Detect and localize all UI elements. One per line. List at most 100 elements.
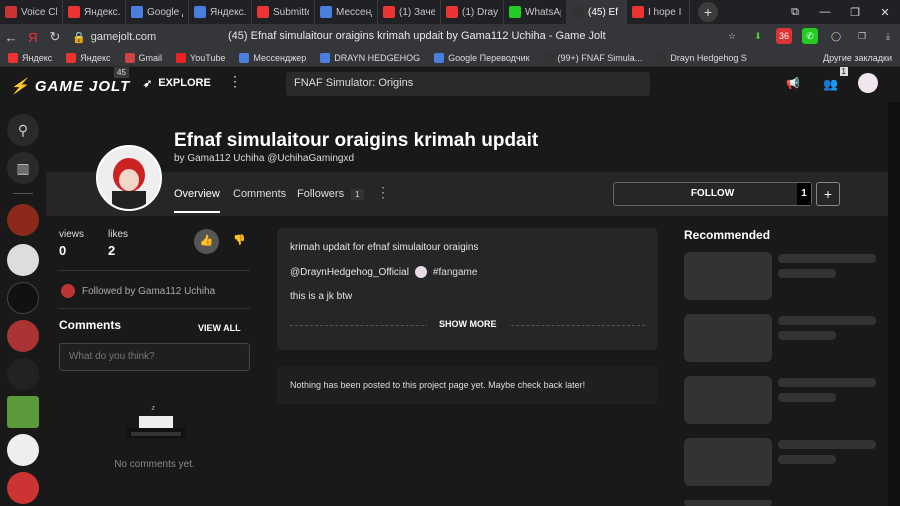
community-icon[interactable] bbox=[7, 358, 39, 390]
bookmark-label: Мессенджер bbox=[253, 53, 307, 63]
thumbs-up-icon: 👍 bbox=[199, 235, 214, 247]
browser-tab[interactable]: (1) Drayn bbox=[441, 0, 504, 24]
community-icon[interactable] bbox=[7, 472, 39, 504]
friends-icon[interactable]: 👥 bbox=[823, 77, 838, 91]
like-button[interactable]: 👍 bbox=[194, 229, 219, 254]
show-more-button[interactable]: SHOW MORE bbox=[427, 319, 509, 329]
browser-tab[interactable]: I hope I bbox=[627, 0, 690, 24]
tab-favicon-icon bbox=[320, 6, 332, 18]
recommended-thumb[interactable] bbox=[684, 314, 772, 362]
bookmark-item[interactable]: Яндекс bbox=[8, 53, 52, 63]
bookmark-label: Яндекс bbox=[22, 53, 53, 63]
download-icon[interactable]: ⬇ bbox=[750, 28, 766, 44]
likes-stat: likes 2 bbox=[108, 229, 128, 258]
follower-avatar[interactable] bbox=[61, 284, 75, 298]
community-icon[interactable] bbox=[7, 396, 39, 428]
bookmark-item[interactable]: DRAYN HEDGEHOG bbox=[320, 53, 420, 63]
follow-button[interactable]: FOLLOW 1 bbox=[613, 182, 812, 206]
bookmark-item[interactable]: YouTube bbox=[176, 53, 225, 63]
recommended-line bbox=[778, 393, 836, 402]
browser-tab[interactable]: (45) Ef bbox=[567, 0, 627, 24]
library-icon[interactable]: ▥ bbox=[7, 152, 39, 184]
tab-favicon-icon bbox=[68, 6, 80, 18]
bookmark-star-icon[interactable]: ☆ bbox=[724, 28, 740, 44]
tab-favicon-icon bbox=[572, 6, 584, 18]
tab-followers[interactable]: Followers 1 bbox=[297, 188, 364, 200]
whatsapp-icon[interactable]: ✆ bbox=[802, 28, 818, 44]
search-input[interactable]: FNAF Simulator: Origins bbox=[286, 72, 650, 96]
recommended-thumb[interactable] bbox=[684, 438, 772, 486]
explore-button[interactable]: ➶ EXPLORE bbox=[143, 77, 211, 90]
comments-heading: Comments bbox=[59, 318, 122, 332]
record-icon[interactable]: ◯ bbox=[828, 28, 844, 44]
game-title: Efnaf simulaitour oraigins krimah updait bbox=[174, 130, 539, 151]
left-sidebar: ⚲ ▥ bbox=[0, 102, 46, 506]
bookmark-icon bbox=[176, 53, 187, 63]
user-avatar[interactable] bbox=[858, 73, 878, 93]
gamejolt-logo[interactable]: ⚡ GAME JOLT bbox=[10, 77, 130, 95]
bookmark-item[interactable]: Google Переводчик bbox=[434, 53, 530, 63]
bookmark-icon bbox=[320, 53, 331, 63]
browser-tab[interactable]: (1) Заче bbox=[378, 0, 441, 24]
bookmark-label: Drayn Hedgehog S bbox=[670, 53, 747, 63]
browser-tab[interactable]: Яндекс.Д bbox=[189, 0, 252, 24]
game-avatar[interactable] bbox=[96, 145, 162, 211]
bookmark-item[interactable]: (99+) FNAF Simula... bbox=[543, 53, 642, 63]
bookmark-item[interactable]: Мессенджер bbox=[239, 53, 306, 63]
comment-input[interactable]: What do you think? bbox=[59, 343, 250, 371]
logo-badge: 45 bbox=[114, 67, 129, 78]
hashtag-link[interactable]: #fangame bbox=[433, 267, 477, 278]
mention-link[interactable]: @DraynHedgehog_Official bbox=[290, 267, 409, 278]
tab-label: Мессенд bbox=[336, 6, 372, 18]
bookmark-item[interactable]: Drayn Hedgehog S bbox=[656, 53, 747, 63]
view-all-button[interactable]: VIEW ALL bbox=[198, 323, 241, 333]
downloads-icon[interactable]: ⤓ bbox=[880, 28, 896, 44]
post-tags: @DraynHedgehog_Official #fangame bbox=[290, 266, 477, 278]
minimize-button[interactable]: — bbox=[810, 6, 840, 18]
browser-tab[interactable]: Submitte bbox=[252, 0, 315, 24]
more-menu-icon[interactable]: ⋮ bbox=[228, 73, 242, 90]
close-window-button[interactable]: ✕ bbox=[870, 6, 900, 19]
collections-icon[interactable]: ❐ bbox=[854, 28, 870, 44]
mention-avatar bbox=[414, 266, 427, 278]
community-icon[interactable] bbox=[7, 244, 39, 276]
followers-count: 1 bbox=[351, 189, 364, 200]
other-bookmarks[interactable]: Другие закладки bbox=[823, 53, 892, 63]
more-options-icon[interactable]: ⋮ bbox=[376, 184, 390, 201]
home-icon[interactable]: ⚲ bbox=[7, 114, 39, 146]
yandex-icon[interactable]: Я bbox=[22, 30, 44, 45]
community-icon[interactable] bbox=[7, 320, 39, 352]
recommended-thumb[interactable] bbox=[684, 252, 772, 300]
browser-tab[interactable]: Яндекс.Д bbox=[63, 0, 126, 24]
browser-tab[interactable]: WhatsAp bbox=[504, 0, 567, 24]
tab-search-icon[interactable]: ⧉ bbox=[780, 6, 810, 19]
broadcast-icon[interactable]: 📢 bbox=[786, 77, 800, 90]
community-icon[interactable] bbox=[7, 204, 39, 236]
dislike-button[interactable]: 👎 bbox=[233, 235, 245, 246]
browser-tab[interactable]: Мессенд bbox=[315, 0, 378, 24]
recommended-thumb[interactable] bbox=[684, 500, 772, 506]
scrollbar[interactable] bbox=[888, 102, 900, 506]
add-to-playlist-button[interactable]: + bbox=[816, 182, 840, 206]
back-button[interactable]: ← bbox=[0, 30, 22, 45]
bookmark-item[interactable]: Яндекс bbox=[66, 53, 111, 63]
browser-tab[interactable]: Google Д bbox=[126, 0, 189, 24]
recommended-thumb[interactable] bbox=[684, 376, 772, 424]
post-line: krimah updait for efnaf simulaitour orai… bbox=[290, 242, 479, 253]
address-bar: ← Я ↻ 🔒 gamejolt.com (45) Efnaf simulaito… bbox=[0, 24, 900, 50]
community-icon[interactable] bbox=[7, 434, 39, 466]
tab-label: Google Д bbox=[147, 6, 183, 18]
browser-tab[interactable]: Voice Ch bbox=[0, 0, 63, 24]
game-byline[interactable]: by Gama112 Uchiha @UchihaGamingxd bbox=[174, 153, 354, 164]
maximize-button[interactable]: ❐ bbox=[840, 6, 870, 19]
new-tab-button[interactable]: + bbox=[698, 2, 718, 22]
tab-overview[interactable]: Overview bbox=[174, 188, 220, 213]
tab-comments[interactable]: Comments bbox=[233, 188, 286, 200]
community-icon[interactable] bbox=[7, 282, 39, 314]
tab-label: I hope I bbox=[648, 6, 682, 18]
follow-count: 1 bbox=[797, 183, 811, 205]
bookmark-item[interactable]: Gmail bbox=[124, 53, 162, 63]
reload-button[interactable]: ↻ bbox=[44, 29, 66, 45]
extension-badge[interactable]: 36 bbox=[776, 28, 792, 44]
url-field[interactable]: 🔒 gamejolt.com bbox=[72, 31, 156, 44]
